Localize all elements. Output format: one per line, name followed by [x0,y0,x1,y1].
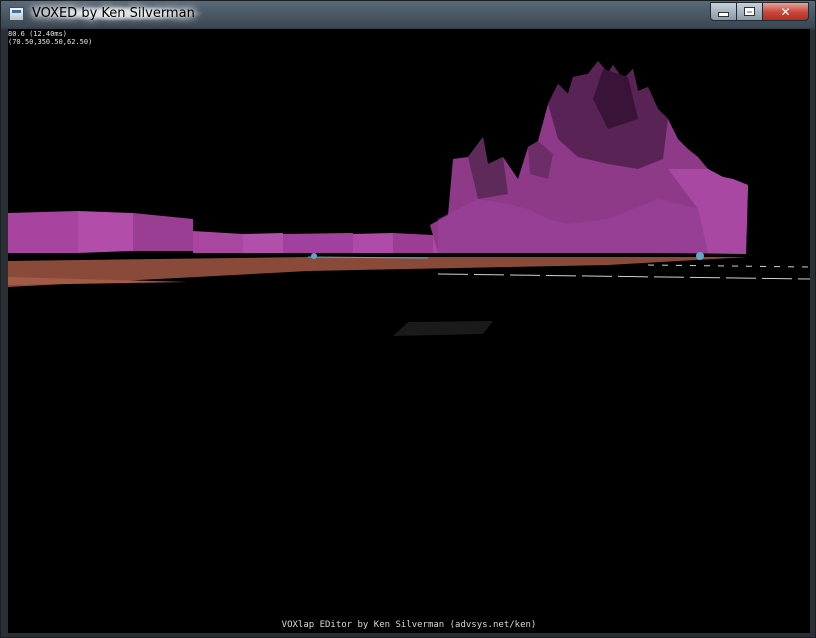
window-title: VOXED by Ken Silverman [30,6,203,21]
maximize-button[interactable] [737,2,763,21]
marker-icon[interactable] [696,252,704,260]
voxel-scene [8,61,810,336]
terrain-ground [8,256,810,287]
terrain-mountain [430,61,748,254]
close-icon: ✕ [780,4,791,19]
floor-shadow [393,321,493,336]
hud-readout: 80.6 (12.40ms) (70.50,350.50,62.50) [8,30,92,46]
footer-credit: VOXlap EDitor by Ken Silverman (advsys.n… [281,620,537,630]
title-bar[interactable]: VOXED by Ken Silverman ✕ [1,1,815,29]
position-readout: (70.50,350.50,62.50) [8,38,93,46]
voxel-viewport[interactable]: 80.6 (12.40ms) (70.50,350.50,62.50) VOXla… [8,29,810,633]
minimize-icon [718,12,729,17]
maximize-icon [744,7,755,16]
close-button[interactable]: ✕ [763,2,809,21]
app-window-icon[interactable] [9,7,24,21]
marker-icon[interactable] [311,253,317,259]
app-window: VOXED by Ken Silverman ✕ 80.6 (12.40ms) … [0,0,816,638]
fps-readout: 80.6 (12.40ms) [8,30,68,38]
window-controls: ✕ [710,2,809,21]
minimize-button[interactable] [710,2,737,21]
